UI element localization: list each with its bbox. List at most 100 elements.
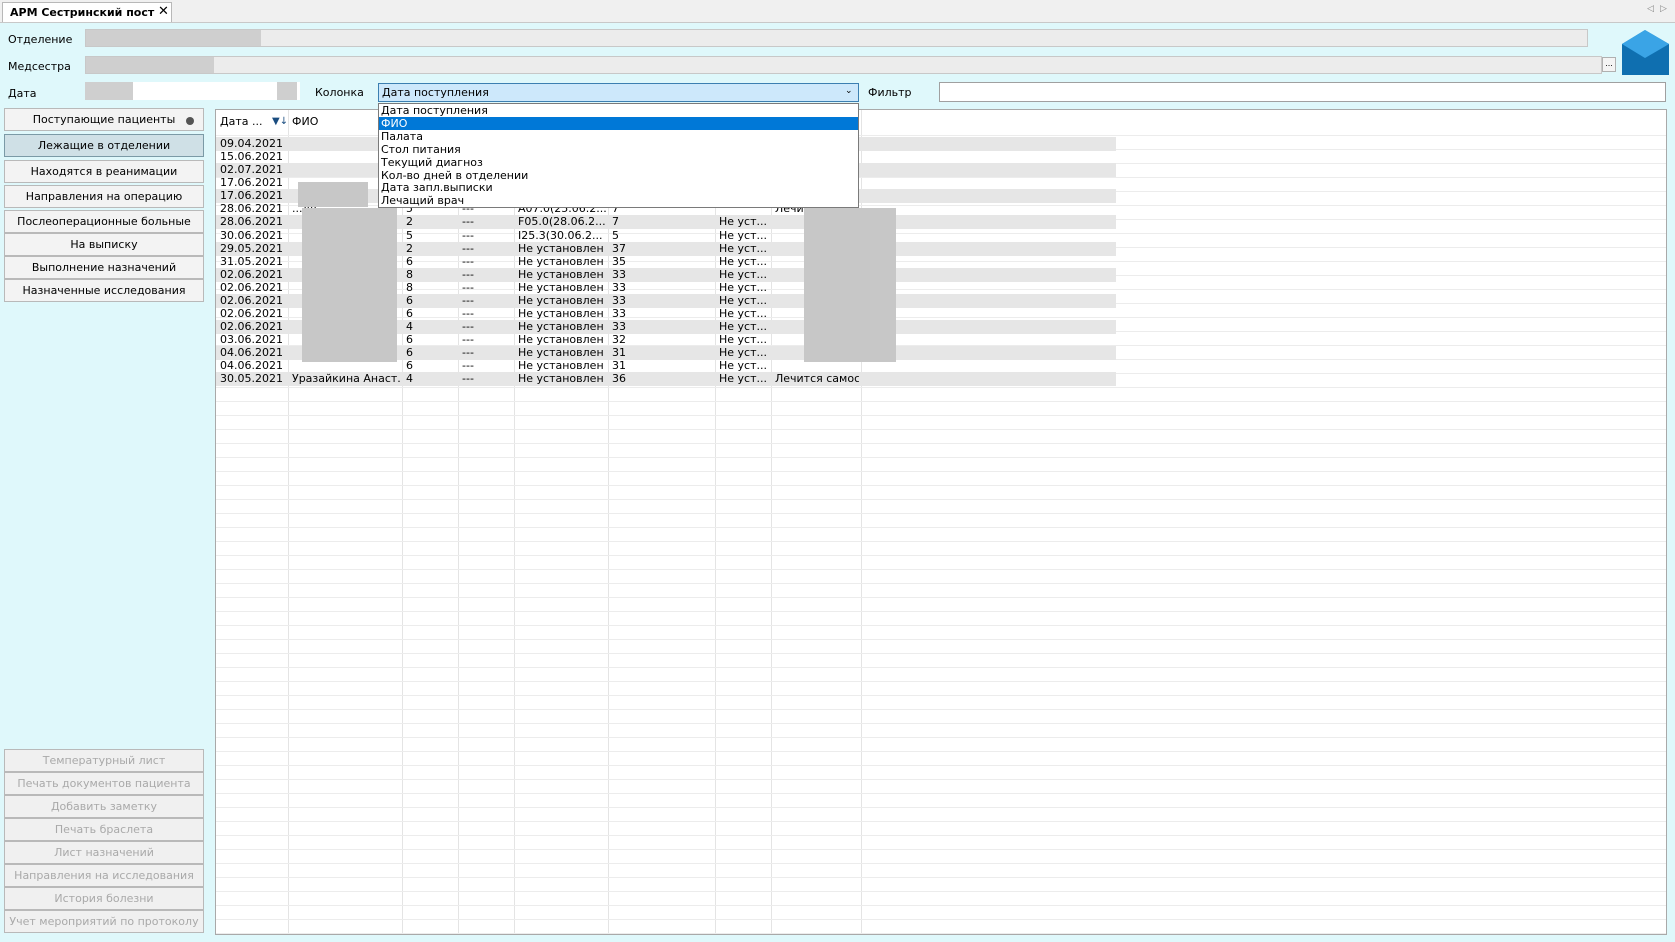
table-cell: --- (462, 333, 474, 347)
row-divider (216, 919, 1666, 920)
table-cell: Не установлен (518, 359, 604, 373)
table-cell: F05.0(28.06.2... (518, 215, 606, 229)
sidebar-item-3[interactable]: Находятся в реанимации (4, 160, 204, 183)
table-cell: 6 (406, 359, 413, 373)
dropdown-option[interactable]: Дата запл.выписки (379, 181, 858, 194)
table-cell: 33 (612, 267, 626, 281)
table-cell: 17.06.2021 (220, 176, 283, 190)
row-divider (216, 793, 1666, 794)
table-cell: Не установлен (518, 254, 604, 268)
sidebar-item-6[interactable]: На выписку (4, 233, 204, 256)
mail-logo-icon (1622, 30, 1669, 75)
patients-table[interactable]: Дата ...ФИОрач▼↓ 09.04.2021... (Д...15.0… (215, 109, 1667, 935)
table-cell: 04.06.2021 (220, 359, 283, 373)
table-cell: Не установлен (518, 241, 604, 255)
redacted-block (277, 82, 297, 100)
table-cell: Не установлен (518, 333, 604, 347)
table-cell: --- (462, 267, 474, 281)
row-divider (216, 625, 1666, 626)
table-cell: Не уст... (719, 307, 767, 321)
chevron-right-icon[interactable]: ▷ (1660, 4, 1667, 14)
department-label: Отделение (8, 33, 73, 46)
sidebar-item-7[interactable]: Выполнение назначений (4, 256, 204, 279)
sidebar-item-4[interactable]: Направления на операцию (4, 185, 204, 208)
row-divider (216, 877, 1666, 878)
row-divider (216, 471, 1666, 472)
table-cell: Не установлен (518, 280, 604, 294)
row-divider (216, 387, 1666, 388)
action-button-4[interactable]: Печать браслета (4, 818, 204, 841)
table-cell: 33 (612, 280, 626, 294)
dropdown-option[interactable]: ФИО (379, 116, 858, 130)
dropdown-option[interactable]: Дата поступления (379, 104, 858, 117)
nurse-field[interactable] (85, 56, 1602, 74)
table-cell: 8 (406, 267, 413, 281)
table-cell: 37 (612, 241, 626, 255)
sidebar-item-5[interactable]: Послеоперационные больные (4, 210, 204, 233)
dropdown-option[interactable]: Текущий диагноз (379, 156, 858, 169)
table-cell: 2 (406, 241, 413, 255)
row-divider (216, 835, 1666, 836)
dropdown-option[interactable]: Кол-во дней в отделении (379, 169, 858, 182)
row-divider (216, 401, 1666, 402)
date-field[interactable] (85, 82, 300, 100)
close-icon[interactable]: ✕ (158, 4, 169, 19)
table-cell: --- (462, 280, 474, 294)
table-cell: --- (462, 215, 474, 229)
filter-input[interactable] (939, 82, 1666, 102)
action-button-1[interactable]: Температурный лист (4, 749, 204, 772)
sidebar-item-2[interactable]: Лежащие в отделении (4, 134, 204, 157)
table-cell: Не уст... (719, 241, 767, 255)
action-button-2[interactable]: Печать документов пациента (4, 772, 204, 795)
table-cell: Не уст... (719, 215, 767, 229)
chevron-down-icon[interactable]: ⌄ (845, 86, 853, 96)
table-cell: 30.05.2021 (220, 372, 283, 386)
action-button-8[interactable]: Учет мероприятий по протоколу (4, 910, 204, 933)
column-dropdown-list[interactable]: Дата поступления ФИО Палата Стол питания Тек… (378, 103, 859, 208)
department-field[interactable] (85, 29, 1588, 47)
table-cell: 29.05.2021 (220, 241, 283, 255)
table-cell: Не установлен (518, 267, 604, 281)
filter-label: Фильтр (868, 86, 912, 99)
table-cell: 6 (406, 307, 413, 321)
sidebar-item-1[interactable]: Поступающие пациенты (4, 108, 204, 131)
table-cell: 04.06.2021 (220, 346, 283, 360)
dropdown-option[interactable]: Стол питания (379, 143, 858, 156)
action-button-7[interactable]: История болезни (4, 887, 204, 910)
table-cell: --- (462, 346, 474, 360)
dropdown-option[interactable]: Лечащий врач (379, 194, 858, 207)
table-cell: 6 (406, 333, 413, 347)
action-button-6[interactable]: Направления на исследования (4, 864, 204, 887)
table-cell: 28.06.2021 (220, 202, 283, 216)
action-button-3[interactable]: Добавить заметку (4, 795, 204, 818)
table-cell: Лечится самос... (775, 372, 859, 386)
redacted-block (85, 82, 133, 100)
sort-filter-icon[interactable]: ▼↓ (272, 116, 288, 127)
row-divider (216, 765, 1666, 766)
table-cell: 02.06.2021 (220, 320, 283, 334)
table-row[interactable]: 30.05.2021 Уразайкина Анаст... 4 --- Не уста… (216, 372, 1116, 387)
nurse-browse-button[interactable]: ... (1602, 57, 1616, 72)
row-divider (216, 695, 1666, 696)
table-cell: Не установлен (518, 346, 604, 360)
table-cell: 17.06.2021 (220, 189, 283, 203)
row-divider (216, 597, 1666, 598)
table-cell: Уразайкина Анаст... (292, 372, 400, 386)
tab-arm[interactable]: АРМ Сестринский пост ✕ (2, 2, 172, 22)
row-divider (216, 863, 1666, 864)
table-cell: Не установлен (518, 320, 604, 334)
row-divider (216, 779, 1666, 780)
status-strip (0, 935, 1675, 942)
table-cell: 6 (406, 346, 413, 360)
table-cell: 03.06.2021 (220, 333, 283, 347)
row-divider (216, 807, 1666, 808)
column-select[interactable]: Дата поступления ⌄ (378, 83, 859, 102)
table-cell: 2 (406, 215, 413, 229)
dropdown-option[interactable]: Палата (379, 130, 858, 143)
sidebar-item-8[interactable]: Назначенные исследования (4, 279, 204, 302)
table-cell: Не уст... (719, 359, 767, 373)
tab-title: АРМ Сестринский пост (10, 6, 155, 19)
table-cell: 31.05.2021 (220, 254, 283, 268)
action-button-5[interactable]: Лист назначений (4, 841, 204, 864)
chevron-left-icon[interactable]: ◁ (1647, 4, 1654, 14)
